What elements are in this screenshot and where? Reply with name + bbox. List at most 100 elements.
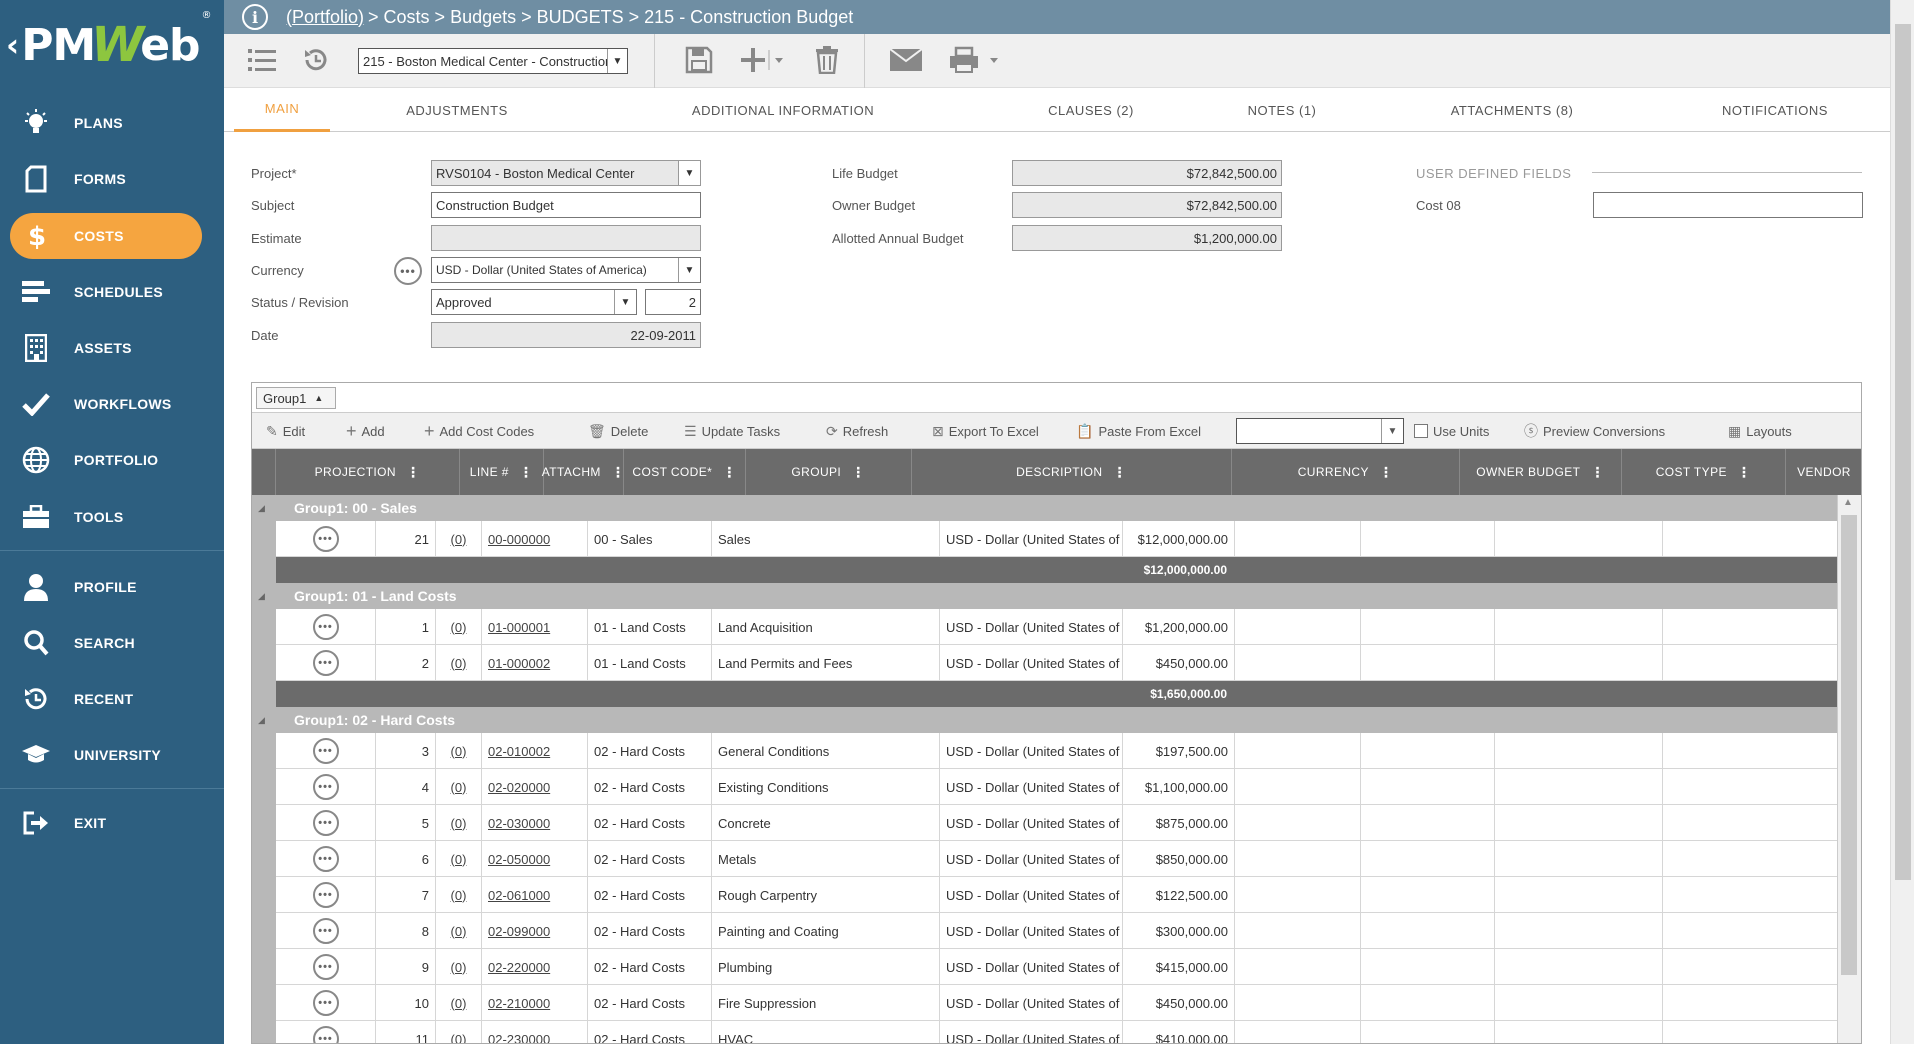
attachments-link[interactable]: (0) bbox=[451, 656, 467, 671]
sidebar-item-assets[interactable]: ASSETS bbox=[10, 325, 202, 371]
row-selector[interactable] bbox=[252, 645, 276, 681]
sidebar-item-workflows[interactable]: WORKFLOWS bbox=[10, 381, 202, 427]
row-selector[interactable] bbox=[252, 1021, 276, 1043]
edit-button[interactable]: ✎ Edit bbox=[266, 413, 305, 449]
tab-main[interactable]: MAIN bbox=[234, 88, 330, 132]
attachments-link[interactable]: (0) bbox=[451, 532, 467, 547]
use-units-checkbox[interactable]: Use Units bbox=[1414, 413, 1489, 449]
pmweb-logo[interactable]: ‹ PM Web ® bbox=[0, 0, 224, 90]
currency-more-icon[interactable]: ••• bbox=[394, 257, 422, 285]
column-header-vendor[interactable]: VENDOR bbox=[1786, 449, 1861, 495]
attachments-link[interactable]: (0) bbox=[451, 852, 467, 867]
row-actions-icon[interactable]: ••• bbox=[312, 1026, 339, 1043]
chevron-down-icon[interactable]: ▼ bbox=[1381, 419, 1403, 443]
collapse-triangle-icon[interactable]: ◢ bbox=[252, 591, 294, 602]
attachments-link[interactable]: (0) bbox=[451, 1032, 467, 1044]
row-actions-icon[interactable]: ••• bbox=[312, 738, 339, 764]
list-icon[interactable] bbox=[246, 42, 278, 78]
cost-code-link[interactable]: 02-210000 bbox=[488, 996, 550, 1011]
tab-additional-information[interactable]: ADDITIONAL INFORMATION bbox=[688, 88, 878, 132]
attachments-link[interactable]: (0) bbox=[451, 780, 467, 795]
attachments-link[interactable]: (0) bbox=[451, 924, 467, 939]
cost-code-link[interactable]: 02-099000 bbox=[488, 924, 550, 939]
table-row[interactable]: ••• 3 (0) 02-010002 02 - Hard Costs General C… bbox=[252, 733, 1839, 769]
checkbox[interactable] bbox=[1414, 424, 1428, 438]
column-header-description[interactable]: DESCRIPTION ⋮ bbox=[912, 449, 1232, 495]
tab-clauses[interactable]: CLAUSES (2) bbox=[1036, 88, 1146, 132]
email-icon[interactable] bbox=[888, 42, 924, 78]
attachments-link[interactable]: (0) bbox=[451, 960, 467, 975]
layouts-button[interactable]: ▦ Layouts bbox=[1728, 413, 1792, 449]
tab-attachments[interactable]: ATTACHMENTS (8) bbox=[1442, 88, 1582, 132]
group-header-row[interactable]: ◢ Group1: 02 - Hard Costs bbox=[252, 707, 1839, 733]
date-field[interactable]: 22-09-2011 bbox=[431, 322, 701, 348]
row-selector[interactable] bbox=[252, 733, 276, 769]
row-selector[interactable] bbox=[252, 913, 276, 949]
sidebar-item-forms[interactable]: FORMS bbox=[10, 156, 202, 202]
collapse-triangle-icon[interactable]: ◢ bbox=[252, 715, 294, 726]
subject-field[interactable]: Construction Budget bbox=[431, 192, 701, 218]
page-scroll-thumb[interactable] bbox=[1895, 24, 1911, 880]
tab-notifications[interactable]: NOTIFICATIONS bbox=[1710, 88, 1840, 132]
cost-code-link[interactable]: 02-230000 bbox=[488, 1032, 550, 1044]
grid-filter-select[interactable]: ▼ bbox=[1236, 418, 1404, 444]
table-row[interactable]: ••• 10 (0) 02-210000 02 - Hard Costs Fire Sup… bbox=[252, 985, 1839, 1021]
column-menu-icon[interactable]: ⋮ bbox=[519, 464, 533, 481]
row-selector[interactable] bbox=[252, 805, 276, 841]
status-field[interactable]: Approved ▼ bbox=[431, 289, 637, 315]
grid-scrollbar[interactable]: ▲ bbox=[1837, 495, 1861, 1043]
chevron-down-icon[interactable]: ▼ bbox=[678, 258, 700, 282]
row-actions-icon[interactable]: ••• bbox=[312, 810, 339, 836]
column-header-projection[interactable]: PROJECTION ⋮ bbox=[276, 449, 460, 495]
group-header-row[interactable]: ◢ Group1: 01 - Land Costs bbox=[252, 583, 1839, 609]
column-header-currency[interactable]: CURRENCY ⋮ bbox=[1232, 449, 1460, 495]
cost-code-link[interactable]: 01-000002 bbox=[488, 656, 550, 671]
sidebar-item-exit[interactable]: EXIT bbox=[10, 800, 202, 846]
attachments-link[interactable]: (0) bbox=[451, 620, 467, 635]
row-selector[interactable] bbox=[252, 985, 276, 1021]
save-icon[interactable] bbox=[682, 42, 716, 78]
row-actions-icon[interactable]: ••• bbox=[312, 882, 339, 908]
attachments-link[interactable]: (0) bbox=[451, 744, 467, 759]
tab-adjustments[interactable]: ADJUSTMENTS bbox=[392, 88, 522, 132]
sidebar-item-portfolio[interactable]: PORTFOLIO bbox=[10, 437, 202, 483]
record-select[interactable]: 215 - Boston Medical Center - Constructi… bbox=[358, 48, 628, 74]
table-row[interactable]: ••• 8 (0) 02-099000 02 - Hard Costs Painting … bbox=[252, 913, 1839, 949]
add-cost-codes-button[interactable]: + Add Cost Codes bbox=[424, 413, 534, 449]
row-actions-icon[interactable]: ••• bbox=[312, 954, 339, 980]
sidebar-item-search[interactable]: SEARCH bbox=[10, 620, 202, 666]
cost08-field[interactable] bbox=[1593, 192, 1863, 218]
cost-code-link[interactable]: 00-000000 bbox=[488, 532, 550, 547]
column-menu-icon[interactable]: ⋮ bbox=[406, 464, 420, 481]
column-menu-icon[interactable]: ⋮ bbox=[722, 464, 736, 481]
table-row[interactable]: ••• 5 (0) 02-030000 02 - Hard Costs Concrete U… bbox=[252, 805, 1839, 841]
group-header-row[interactable]: ◢ Group1: 00 - Sales bbox=[252, 495, 1839, 521]
collapse-triangle-icon[interactable]: ◢ bbox=[252, 503, 294, 514]
table-row[interactable]: ••• 7 (0) 02-061000 02 - Hard Costs Rough Car… bbox=[252, 877, 1839, 913]
add-row-button[interactable]: + Add bbox=[346, 413, 385, 449]
export-excel-button[interactable]: ⊠ Export To Excel bbox=[932, 413, 1039, 449]
row-actions-icon[interactable]: ••• bbox=[312, 990, 339, 1016]
attachments-link[interactable]: (0) bbox=[451, 996, 467, 1011]
sidebar-item-tools[interactable]: TOOLS bbox=[10, 494, 202, 540]
table-row[interactable]: ••• 9 (0) 02-220000 02 - Hard Costs Plumbing U… bbox=[252, 949, 1839, 985]
column-header-cost-type[interactable]: COST TYPE ⋮ bbox=[1622, 449, 1786, 495]
table-row[interactable]: ••• 6 (0) 02-050000 02 - Hard Costs Metals USD… bbox=[252, 841, 1839, 877]
table-row[interactable]: ••• 1 (0) 01-000001 01 - Land Costs Land Acqu… bbox=[252, 609, 1839, 645]
scroll-up-icon[interactable]: ▲ bbox=[1843, 497, 1853, 508]
row-actions-icon[interactable]: ••• bbox=[312, 650, 339, 676]
cost-code-link[interactable]: 02-010002 bbox=[488, 744, 550, 759]
sidebar-item-university[interactable]: UNIVERSITY bbox=[10, 732, 202, 778]
preview-conversions-button[interactable]: ⓢ Preview Conversions bbox=[1524, 413, 1665, 449]
table-row[interactable]: ••• 2 (0) 01-000002 01 - Land Costs Land Perm… bbox=[252, 645, 1839, 681]
estimate-field[interactable] bbox=[431, 225, 701, 251]
attachments-link[interactable]: (0) bbox=[451, 816, 467, 831]
cost-code-link[interactable]: 02-220000 bbox=[488, 960, 550, 975]
row-actions-icon[interactable]: ••• bbox=[312, 846, 339, 872]
column-menu-icon[interactable]: ⋮ bbox=[1379, 464, 1393, 481]
row-selector[interactable] bbox=[252, 521, 276, 557]
trash-icon[interactable] bbox=[812, 42, 842, 78]
chevron-down-icon[interactable]: ▼ bbox=[614, 290, 636, 314]
sidebar-item-recent[interactable]: RECENT bbox=[10, 676, 202, 722]
chevron-down-icon[interactable]: ▼ bbox=[607, 49, 627, 73]
